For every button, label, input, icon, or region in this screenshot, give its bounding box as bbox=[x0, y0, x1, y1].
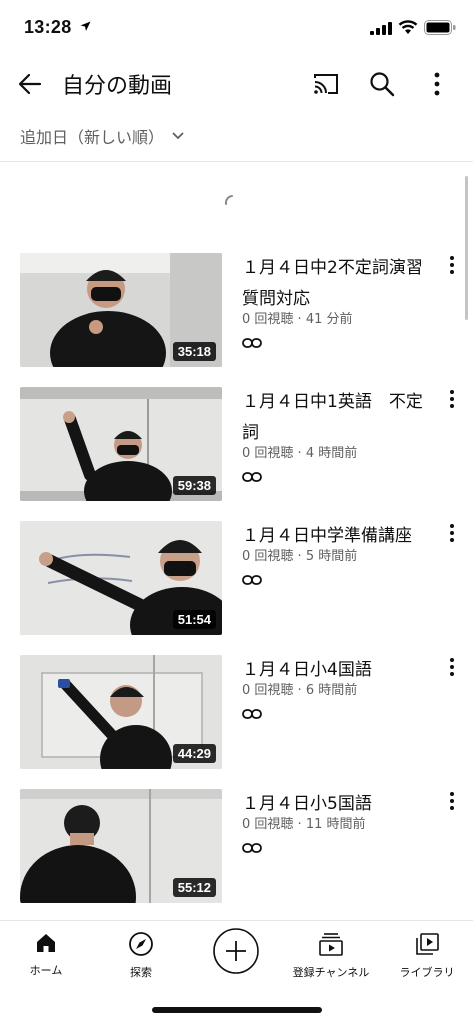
link-icon bbox=[242, 472, 262, 482]
wifi-icon bbox=[398, 20, 418, 34]
video-views: 0 回視聴 bbox=[242, 549, 294, 564]
video-age: 6 時間前 bbox=[305, 683, 358, 698]
video-age: 5 時間前 bbox=[305, 549, 358, 564]
home-icon bbox=[37, 934, 55, 952]
sort-dropdown[interactable]: 追加日（新しい順） bbox=[20, 124, 184, 148]
chevron-down-icon bbox=[172, 132, 184, 140]
video-duration: 59:38 bbox=[172, 476, 216, 495]
status-time: 13:28 bbox=[24, 17, 72, 37]
nav-explore-label: 探索 bbox=[130, 966, 152, 979]
cast-icon[interactable] bbox=[312, 70, 340, 98]
link-icon bbox=[242, 575, 262, 585]
meta-separator: · bbox=[293, 549, 306, 564]
search-icon[interactable] bbox=[368, 70, 396, 98]
video-views: 0 回視聴 bbox=[242, 683, 294, 698]
top-app-bar: 自分の動画 bbox=[0, 56, 473, 112]
video-age: 11 時間前 bbox=[305, 817, 366, 832]
link-icon bbox=[242, 843, 262, 853]
divider bbox=[0, 161, 473, 162]
more-vert-icon[interactable] bbox=[446, 791, 458, 811]
subscriptions-icon bbox=[319, 933, 343, 956]
home-indicator[interactable] bbox=[152, 1007, 322, 1013]
status-bar: 13:28 bbox=[0, 0, 473, 56]
nav-explore[interactable]: 探索 bbox=[111, 931, 171, 980]
video-item[interactable]: 59:38 １月４日中1英語 不定詞 0 回視聴 · 4 時間前 bbox=[0, 387, 473, 521]
signal-icon bbox=[370, 22, 392, 35]
video-duration: 51:54 bbox=[172, 610, 216, 629]
link-icon bbox=[242, 709, 262, 719]
more-vert-icon[interactable] bbox=[446, 389, 458, 409]
video-thumbnail[interactable]: 35:18 bbox=[20, 253, 222, 367]
video-duration: 44:29 bbox=[172, 744, 216, 763]
nav-subscriptions[interactable]: 登録チャンネル bbox=[286, 931, 376, 980]
video-title: １月４日中2不定詞演習質問対応 bbox=[242, 258, 423, 309]
video-views: 0 回視聴 bbox=[242, 312, 294, 327]
video-duration: 55:12 bbox=[172, 878, 216, 897]
nav-home[interactable]: ホーム bbox=[16, 931, 76, 978]
arrow-left-icon[interactable] bbox=[16, 70, 44, 98]
meta-separator: · bbox=[293, 446, 306, 461]
link-icon bbox=[242, 338, 262, 348]
meta-separator: · bbox=[293, 817, 306, 832]
video-meta: 0 回視聴 · 4 時間前 bbox=[242, 445, 438, 463]
video-list: 35:18 １月４日中2不定詞演習質問対応 0 回視聴 · 41 分前 59:3… bbox=[0, 253, 473, 923]
library-icon bbox=[416, 933, 439, 955]
create-button[interactable] bbox=[212, 927, 260, 978]
video-age: 41 分前 bbox=[305, 312, 353, 327]
video-age: 4 時間前 bbox=[305, 446, 358, 461]
video-info[interactable]: １月４日中1英語 不定詞 0 回視聴 · 4 時間前 bbox=[242, 387, 438, 487]
nav-library[interactable]: ライブラリ bbox=[392, 931, 462, 980]
compass-icon bbox=[129, 932, 153, 956]
video-views: 0 回視聴 bbox=[242, 817, 294, 832]
video-info[interactable]: １月４日中学準備講座 0 回視聴 · 5 時間前 bbox=[242, 521, 438, 590]
video-item[interactable]: 55:12 １月４日小5国語 0 回視聴 · 11 時間前 bbox=[0, 789, 473, 923]
more-vert-icon[interactable] bbox=[426, 70, 448, 98]
plus-circle-icon bbox=[213, 928, 259, 974]
video-item[interactable]: 35:18 １月４日中2不定詞演習質問対応 0 回視聴 · 41 分前 bbox=[0, 253, 473, 387]
video-title: １月４日中1英語 不定詞 bbox=[242, 392, 423, 443]
video-thumbnail[interactable]: 55:12 bbox=[20, 789, 222, 903]
video-info[interactable]: １月４日小4国語 0 回視聴 · 6 時間前 bbox=[242, 655, 438, 724]
meta-separator: · bbox=[293, 312, 306, 327]
video-item[interactable]: 51:54 １月４日中学準備講座 0 回視聴 · 5 時間前 bbox=[0, 521, 473, 655]
more-vert-icon[interactable] bbox=[446, 255, 458, 275]
more-vert-icon[interactable] bbox=[446, 657, 458, 677]
loading-spinner-icon bbox=[224, 195, 233, 205]
nav-library-label: ライブラリ bbox=[399, 966, 455, 979]
video-views: 0 回視聴 bbox=[242, 446, 294, 461]
video-thumbnail[interactable]: 51:54 bbox=[20, 521, 222, 635]
battery-icon bbox=[424, 20, 456, 35]
sort-label: 追加日（新しい順） bbox=[20, 128, 165, 147]
nav-home-label: ホーム bbox=[29, 964, 63, 977]
video-meta: 0 回視聴 · 6 時間前 bbox=[242, 682, 438, 700]
page-title: 自分の動画 bbox=[62, 74, 173, 99]
video-thumbnail[interactable]: 44:29 bbox=[20, 655, 222, 769]
more-vert-icon[interactable] bbox=[446, 523, 458, 543]
video-info[interactable]: １月４日小5国語 0 回視聴 · 11 時間前 bbox=[242, 789, 438, 858]
video-item[interactable]: 44:29 １月４日小4国語 0 回視聴 · 6 時間前 bbox=[0, 655, 473, 789]
video-meta: 0 回視聴 · 41 分前 bbox=[242, 311, 438, 329]
nav-subscriptions-label: 登録チャンネル bbox=[292, 966, 370, 979]
location-arrow-icon bbox=[80, 21, 91, 31]
video-thumbnail[interactable]: 59:38 bbox=[20, 387, 222, 501]
video-meta: 0 回視聴 · 11 時間前 bbox=[242, 816, 438, 834]
meta-separator: · bbox=[293, 683, 306, 698]
video-info[interactable]: １月４日中2不定詞演習質問対応 0 回視聴 · 41 分前 bbox=[242, 253, 438, 353]
video-duration: 35:18 bbox=[172, 342, 216, 361]
